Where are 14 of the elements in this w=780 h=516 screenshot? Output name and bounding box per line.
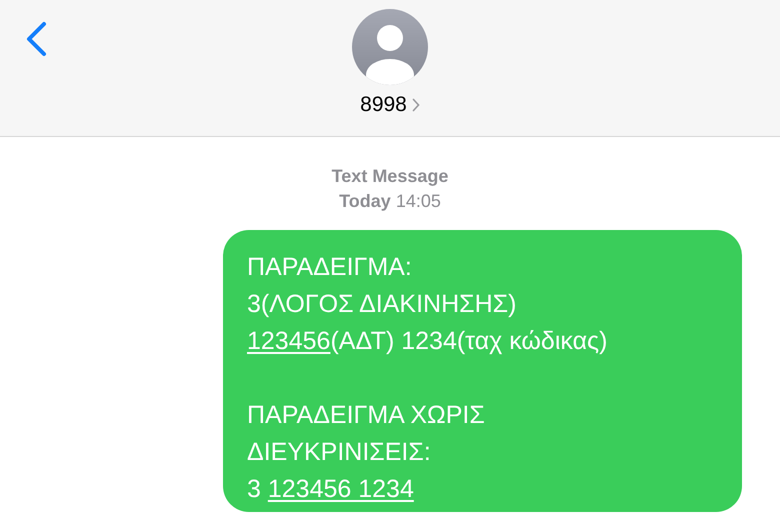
message-text: 123456(ΑΔΤ) 1234(ταχ κώδικας) bbox=[247, 326, 608, 357]
message-timestamp: Today 14:05 bbox=[339, 190, 441, 213]
message-text: 3(ΛΟΓΟΣ ΔΙΑΚΙΝΗΣΗΣ) bbox=[247, 289, 518, 320]
avatar-icon[interactable] bbox=[352, 9, 428, 85]
message-text: ΔΙΕΥΚΡΙΝΙΣΕΙΣ: bbox=[247, 437, 432, 468]
number-link[interactable]: 123456 1234 bbox=[268, 475, 414, 503]
message-text: ΠΑΡΑΔΕΙΓΜΑ ΧΩΡΙΣ bbox=[247, 400, 486, 431]
message-text: ΠΑΡΑΔΕΙΓΜΑ: bbox=[247, 252, 413, 283]
chevron-icon[interactable] bbox=[412, 98, 420, 112]
message-text: 3 123456 1234 bbox=[247, 474, 415, 505]
number-link[interactable]: 123456 bbox=[247, 327, 330, 355]
service-label: Text Message bbox=[332, 165, 448, 188]
back-icon[interactable] bbox=[24, 21, 48, 57]
contact-name[interactable]: 8998 bbox=[360, 93, 407, 117]
